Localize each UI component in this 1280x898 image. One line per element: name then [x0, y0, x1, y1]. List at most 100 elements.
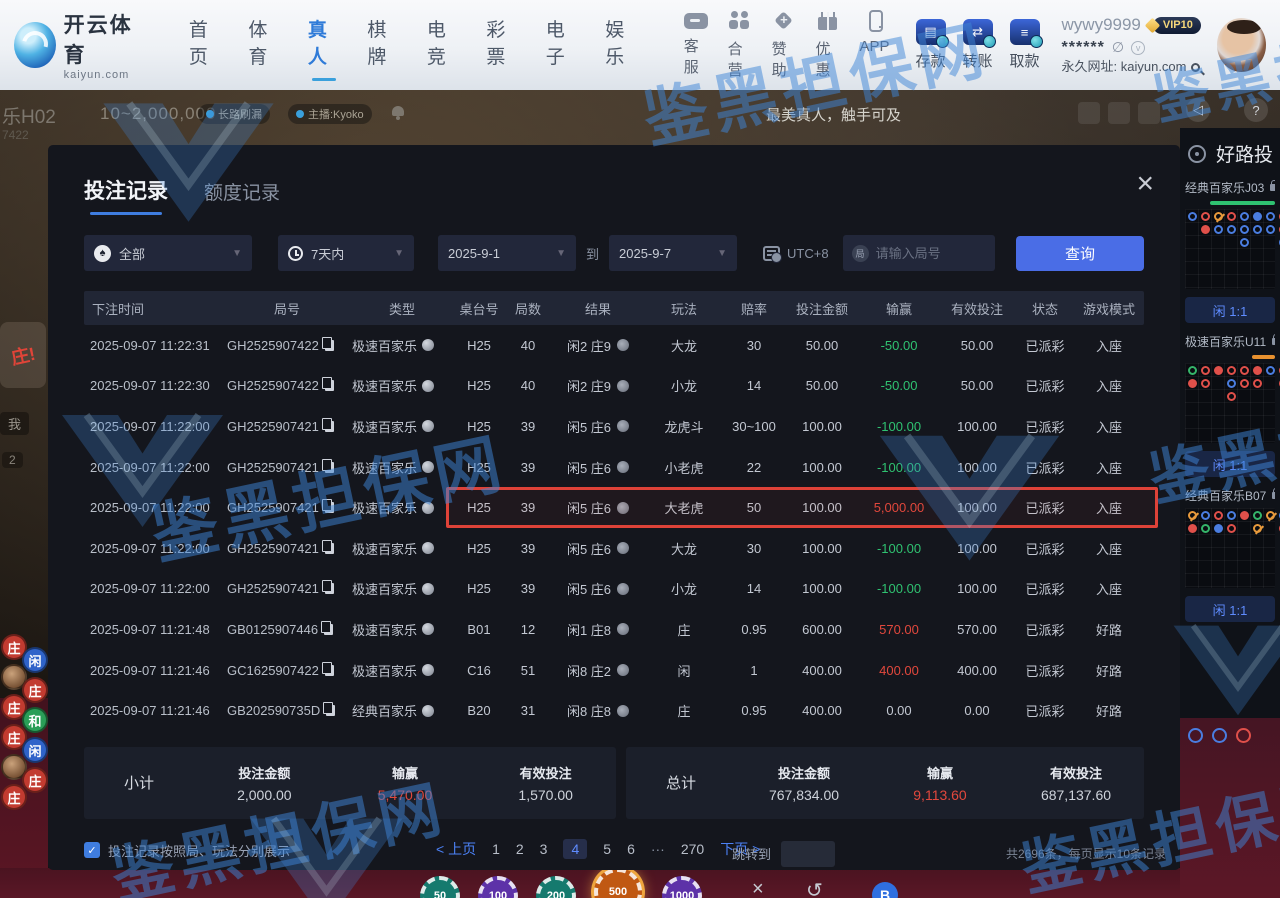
query-button[interactable]: 查询	[1016, 236, 1144, 271]
masked-balance: ******	[1062, 37, 1105, 59]
quick-link-phone[interactable]: APP	[859, 10, 889, 80]
page-5[interactable]: 5	[603, 841, 611, 857]
result-eye-icon[interactable]	[617, 542, 629, 554]
copy-icon[interactable]	[325, 502, 334, 513]
eye-off-icon[interactable]: ∅	[1112, 38, 1124, 57]
nav-item-6[interactable]: 电子	[546, 15, 578, 75]
cell-play: 小龙	[644, 579, 724, 598]
date-from-dropdown[interactable]: 2025-9-1 ▼	[438, 235, 576, 271]
quick-link-chat[interactable]: 客服	[684, 10, 709, 80]
cell-game-type: 极速百家乐	[350, 498, 454, 517]
user-avatar[interactable]	[1217, 18, 1266, 72]
cell-valid-bet: 570.00	[938, 622, 1016, 637]
wallet-link-withdraw[interactable]: ≡取款	[1010, 19, 1040, 71]
good-road-bet-button[interactable]: 闲 1:1	[1185, 297, 1275, 323]
nav-item-3[interactable]: 棋牌	[367, 15, 399, 75]
result-eye-icon[interactable]	[617, 664, 629, 676]
nav-item-5[interactable]: 彩票	[486, 15, 518, 75]
period-dropdown[interactable]: 7天内 ▼	[278, 235, 414, 271]
copy-icon[interactable]	[325, 462, 334, 473]
page-2[interactable]: 2	[516, 841, 524, 857]
page-last[interactable]: 270	[681, 841, 704, 857]
copy-icon[interactable]	[325, 421, 334, 432]
cell-valid-bet: 100.00	[938, 460, 1016, 475]
site-logo[interactable]: 开云体育 kaiyun.com	[14, 9, 147, 81]
result-eye-icon[interactable]	[617, 339, 629, 351]
road-dot	[1227, 212, 1236, 221]
good-road-bet-button[interactable]: 闲 1:1	[1185, 596, 1275, 622]
checkbox-checked-icon[interactable]: ✓	[84, 842, 100, 858]
cell-round-id: GH2525907421	[224, 541, 350, 556]
quick-link-gift[interactable]: 优惠	[816, 10, 841, 80]
result-eye-icon[interactable]	[617, 623, 629, 635]
tab-0[interactable]: 投注记录	[84, 175, 168, 217]
page-3[interactable]: 3	[540, 841, 548, 857]
table-header: 下注时间局号类型桌台号局数结果玩法赔率投注金额输赢有效投注状态游戏模式	[84, 291, 1144, 325]
cell-table-no: H25	[454, 338, 504, 353]
result-eye-icon[interactable]	[617, 705, 629, 717]
road-panel-title[interactable]: 极速百家乐U11	[1185, 333, 1275, 350]
cell-game-type: 极速百家乐	[350, 417, 454, 436]
red-band-bottom	[0, 868, 1180, 898]
result-eye-icon[interactable]	[617, 461, 629, 473]
jump-page-input[interactable]	[781, 841, 835, 867]
category-dropdown[interactable]: ♠ 全部 ▼	[84, 235, 252, 271]
prev-page-link[interactable]: < 上页	[436, 839, 476, 859]
cell-status: 已派彩	[1016, 620, 1074, 639]
nav-item-7[interactable]: 娱乐	[605, 15, 637, 75]
copy-icon[interactable]	[325, 380, 334, 391]
page-4[interactable]: 4	[563, 839, 587, 859]
page-1[interactable]: 1	[492, 841, 500, 857]
result-eye-icon[interactable]	[617, 502, 629, 514]
display-mode-checkbox[interactable]: ✓ 投注记录按照局、玩法分别展示	[84, 841, 290, 860]
gear-icon[interactable]	[1188, 145, 1206, 163]
nav-item-2[interactable]: 真人	[308, 15, 340, 75]
round-search-input[interactable]	[876, 246, 986, 261]
close-icon[interactable]: ×	[1136, 169, 1154, 199]
copy-icon[interactable]	[325, 583, 334, 594]
clear-bets-icon[interactable]: ×	[752, 878, 764, 898]
toolbar-square-icon[interactable]	[1078, 102, 1100, 124]
game-type-icon	[422, 502, 434, 514]
copy-icon[interactable]	[325, 543, 334, 554]
wallet-link-transfer[interactable]: ⇄转账	[963, 19, 993, 71]
good-road-bet-button[interactable]: 闲 1:1	[1185, 451, 1275, 477]
cell-odds: 30	[724, 338, 784, 353]
result-eye-icon[interactable]	[617, 380, 629, 392]
cell-play: 大龙	[644, 336, 724, 355]
refresh-circle-icon[interactable]: v	[1131, 41, 1145, 55]
copy-icon[interactable]	[324, 624, 333, 635]
cell-result: 闲8 庄2	[552, 661, 644, 680]
result-eye-icon[interactable]	[617, 583, 629, 595]
undo-icon[interactable]: ↺	[806, 878, 823, 898]
date-to-dropdown[interactable]: 2025-9-7 ▼	[609, 235, 737, 271]
quick-link-sponsor[interactable]: 赞助	[772, 10, 797, 80]
cell-status: 已派彩	[1016, 701, 1074, 720]
road-panel-title[interactable]: 经典百家乐B07	[1185, 487, 1275, 504]
table-row: 2025-09-07 11:22:30GH2525907422极速百家乐H254…	[84, 366, 1144, 407]
help-icon[interactable]: ?	[1244, 98, 1268, 122]
page-6[interactable]: 6	[627, 841, 635, 857]
cell-odds: 22	[724, 460, 784, 475]
magnifier-icon[interactable]	[1191, 63, 1200, 72]
result-eye-icon[interactable]	[617, 420, 629, 432]
copy-icon[interactable]	[326, 705, 335, 716]
summary-col: 投注金额767,834.00	[736, 763, 872, 803]
road-panel-title[interactable]: 经典百家乐J03	[1185, 179, 1275, 196]
nav-item-1[interactable]: 体育	[248, 15, 280, 75]
cell-table-no: C16	[454, 663, 504, 678]
copy-icon[interactable]	[325, 340, 334, 351]
quick-link-partner[interactable]: 合营	[728, 10, 753, 80]
tab-1[interactable]: 额度记录	[204, 178, 280, 217]
nav-item-0[interactable]: 首页	[189, 15, 221, 75]
toolbar-square-icon[interactable]	[1138, 102, 1160, 124]
road-dot	[1214, 212, 1223, 221]
sound-icon[interactable]: ◁	[1186, 98, 1210, 122]
nav-item-4[interactable]: 电竞	[427, 15, 459, 75]
cell-table-no: B01	[454, 622, 504, 637]
cell-status: 已派彩	[1016, 579, 1074, 598]
cell-round-id: GH2525907421	[224, 500, 350, 515]
copy-icon[interactable]	[325, 665, 334, 676]
wallet-link-deposit[interactable]: ▤存款	[916, 19, 946, 71]
toolbar-square-icon[interactable]	[1108, 102, 1130, 124]
